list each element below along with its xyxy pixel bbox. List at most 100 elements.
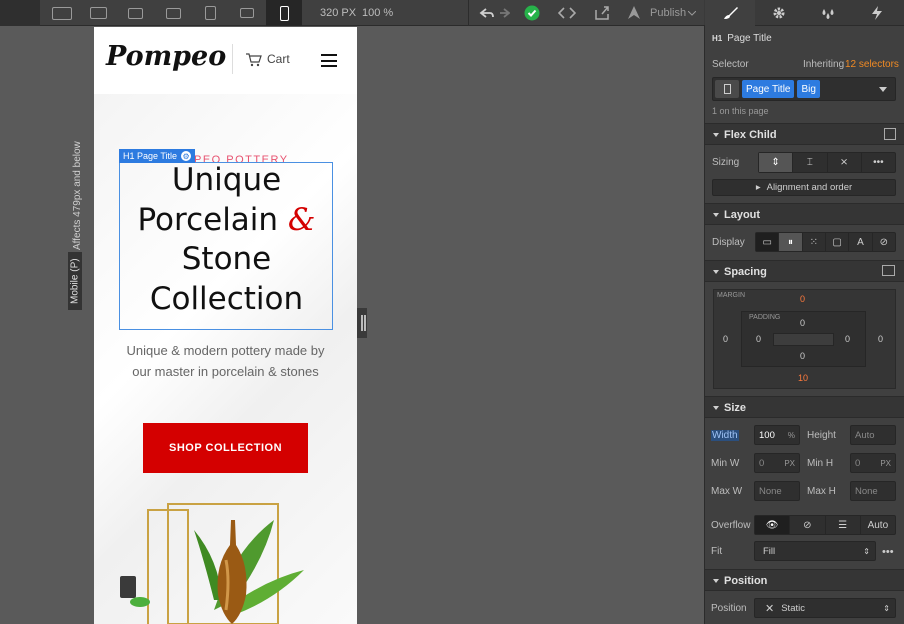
breakpoint-desktop[interactable]: [80, 0, 116, 26]
selection-tag[interactable]: H1 Page Title ⚙: [119, 149, 196, 163]
expand-corner-icon[interactable]: [884, 128, 896, 140]
code-icon[interactable]: [558, 6, 576, 20]
toolbar-divider: [468, 0, 469, 26]
overflow-auto-button[interactable]: Auto: [861, 516, 895, 534]
mobile-landscape-icon: [240, 8, 254, 18]
publish-button[interactable]: Publish: [650, 7, 686, 19]
tab-settings[interactable]: [754, 0, 804, 26]
tab-actions[interactable]: [852, 0, 902, 26]
selector-chip-big[interactable]: Big: [797, 80, 820, 98]
display-flex-icon[interactable]: ⏸: [779, 233, 803, 251]
max-height-input[interactable]: None: [850, 481, 896, 501]
display-inline-icon[interactable]: A: [849, 233, 873, 251]
select-arrows-icon: ⇕: [863, 546, 870, 556]
collapse-icon: [713, 213, 719, 217]
left-toolbar-corner: [0, 0, 40, 26]
publish-chevron-icon[interactable]: [688, 11, 696, 16]
cart-link[interactable]: Cart: [267, 52, 290, 66]
breakpoint-desktop-base[interactable]: [155, 0, 191, 26]
padding-bottom-value[interactable]: 0: [800, 351, 805, 361]
vase-fern-image: [120, 503, 304, 624]
laptop-icon: [127, 7, 143, 19]
margin-bottom-value[interactable]: 10: [798, 373, 808, 383]
canvas-resize-handle[interactable]: [357, 308, 367, 338]
collapse-icon: [713, 406, 719, 410]
display-grid-icon[interactable]: ⁙: [803, 233, 826, 251]
static-x-icon: ✕: [765, 602, 775, 615]
nav-divider: [232, 44, 233, 74]
width-label[interactable]: Width: [711, 430, 739, 441]
tab-interactions[interactable]: [803, 0, 853, 26]
height-label: Height: [807, 430, 836, 441]
section-position[interactable]: Position: [705, 569, 904, 591]
padding-top-value[interactable]: 0: [800, 318, 805, 328]
padding-left-value[interactable]: 0: [756, 334, 761, 344]
sizing-grow-icon[interactable]: ⌶: [793, 153, 828, 172]
max-width-input[interactable]: None: [754, 481, 800, 501]
saved-check-icon[interactable]: [524, 5, 540, 21]
sizing-none-icon[interactable]: ⨯: [828, 153, 862, 172]
section-spacing[interactable]: Spacing: [705, 260, 904, 282]
sizing-control[interactable]: ⇕ ⌶ ⨯ •••: [758, 152, 896, 173]
spacing-mode-icon[interactable]: [882, 265, 895, 276]
margin-right-value[interactable]: 0: [878, 334, 883, 344]
overflow-visible-icon[interactable]: 👁: [755, 516, 791, 534]
padding-label: PADDING: [749, 314, 781, 321]
min-height-input[interactable]: 0 PX: [850, 453, 896, 473]
sizing-shrink-icon[interactable]: ⇕: [759, 153, 794, 172]
selector-field[interactable]: Page Title Big: [712, 77, 896, 101]
panel-breadcrumb: H1 Page Title: [712, 33, 772, 44]
section-flex-child[interactable]: Flex Child: [705, 123, 904, 145]
cart-icon[interactable]: [246, 53, 262, 67]
margin-label: MARGIN: [717, 292, 745, 299]
fit-more-icon[interactable]: •••: [882, 546, 894, 558]
desktop-star-icon: [165, 7, 181, 19]
position-select[interactable]: ✕ Static ⇕: [754, 598, 896, 618]
alignment-order-toggle[interactable]: ▸ Alignment and order: [712, 179, 896, 196]
padding-right-value[interactable]: 0: [845, 334, 850, 344]
gear-icon: [773, 7, 785, 19]
display-block-icon[interactable]: ▭: [756, 233, 780, 251]
publish-icon[interactable]: [626, 5, 642, 20]
overflow-control[interactable]: 👁 ⊘ ☰ Auto: [754, 515, 896, 535]
site-logo[interactable]: Pompeo: [106, 41, 226, 72]
inheriting-label: Inheriting: [803, 59, 845, 70]
breakpoint-note: Affects 479px and below: [72, 141, 83, 250]
width-input[interactable]: 100%: [754, 425, 800, 445]
sizing-more-icon[interactable]: •••: [862, 153, 895, 172]
shop-collection-button[interactable]: SHOP COLLECTION: [143, 423, 308, 473]
margin-top-value[interactable]: 0: [800, 294, 805, 304]
export-icon[interactable]: [594, 5, 610, 20]
h1-tag-icon: H1: [712, 34, 723, 43]
caret-right-icon: ▸: [755, 182, 761, 193]
position-label: Position: [711, 603, 747, 614]
selector-chip-page-title[interactable]: Page Title: [742, 80, 795, 98]
overflow-scroll-icon[interactable]: ☰: [826, 516, 861, 534]
breakpoint-tablet[interactable]: [192, 0, 228, 26]
display-none-icon[interactable]: ⊘: [873, 233, 895, 251]
display-control[interactable]: ▭ ⏸ ⁙ ▢ A ⊘: [755, 232, 896, 252]
inheriting-count[interactable]: 12 selectors: [845, 59, 899, 70]
mobile-portrait-icon: [279, 5, 289, 21]
hamburger-menu-icon[interactable]: [321, 54, 337, 71]
breakpoint-mobile-portrait[interactable]: [266, 0, 302, 26]
min-width-input[interactable]: 0 PX: [754, 453, 800, 473]
sizing-label: Sizing: [712, 157, 740, 168]
display-inline-block-icon[interactable]: ▢: [826, 233, 850, 251]
margin-left-value[interactable]: 0: [723, 334, 728, 344]
breakpoint-desktop-large[interactable]: [44, 0, 80, 26]
max-height-label: Max H: [807, 486, 836, 497]
drops-icon: [822, 9, 834, 19]
selector-dropdown-icon[interactable]: [879, 86, 887, 92]
breakpoint-tag: Mobile (P): [68, 252, 82, 310]
overflow-hidden-icon[interactable]: ⊘: [790, 516, 826, 534]
section-layout[interactable]: Layout: [705, 203, 904, 225]
height-input[interactable]: Auto: [850, 425, 896, 445]
undo-redo-icons[interactable]: [478, 6, 510, 20]
tab-style[interactable]: [705, 0, 755, 26]
fit-select[interactable]: Fill ⇕: [754, 541, 876, 561]
settings-gear-icon[interactable]: ⚙: [181, 151, 192, 161]
breakpoint-mobile-landscape[interactable]: [229, 0, 265, 26]
section-size[interactable]: Size: [705, 396, 904, 418]
breakpoint-laptop[interactable]: [117, 0, 153, 26]
